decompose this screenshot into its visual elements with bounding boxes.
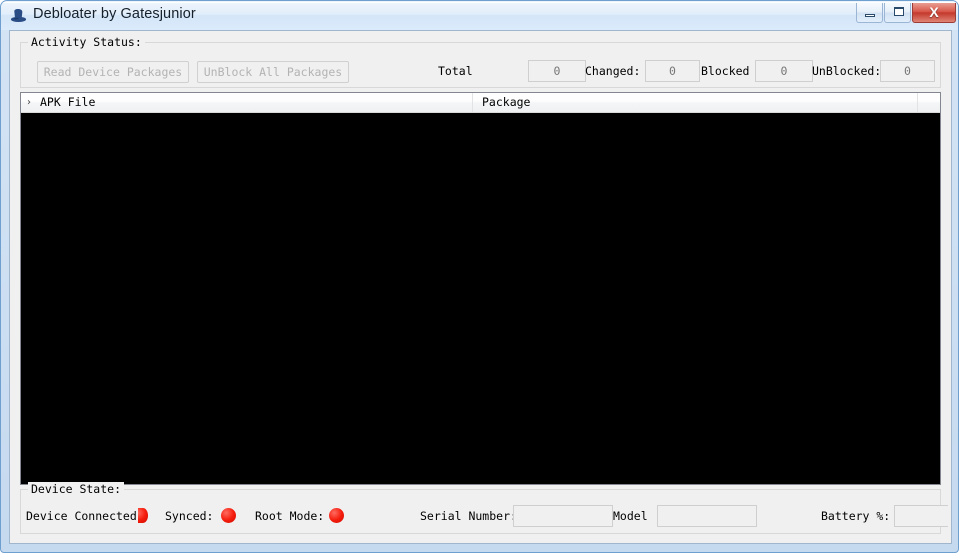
device-state-legend: Device State: [28,482,125,496]
changed-label: Changed: [585,64,641,78]
root-mode-status-led [329,508,344,523]
close-button[interactable]: X [912,3,956,23]
synced-label: Synced: [165,509,214,523]
model-label: Model [613,509,648,523]
sort-ascending-icon: › [27,97,31,108]
window-controls: X [856,3,956,23]
activity-status-legend: Activity Status: [28,35,145,49]
column-header-package-label: Package [482,95,531,109]
maximize-button[interactable] [884,3,911,23]
model-field[interactable] [657,505,757,527]
column-header-package[interactable]: Package [473,93,918,112]
total-label: Total [438,64,473,78]
synced-status-led [221,508,236,523]
column-header-extra[interactable] [918,93,940,112]
top-hat-icon [10,7,27,24]
blocked-value: 0 [755,60,813,82]
package-list-header: › APK File Package [21,93,940,113]
column-header-apk-file[interactable]: › APK File [21,93,473,112]
client-area: Activity Status: Read Device Packages Un… [9,30,952,544]
changed-value: 0 [645,60,700,82]
window-title: Debloater by Gatesjunior [33,6,196,22]
read-device-packages-button[interactable]: Read Device Packages [37,61,189,83]
minimize-button[interactable] [856,3,883,23]
titlebar-highlight [2,2,958,3]
device-connected-label: Device Connected: [26,509,144,523]
device-connected-status-led [138,508,148,523]
battery-percent-label: Battery %: [821,509,891,523]
unblocked-label: UnBlocked: [812,64,882,78]
unblocked-value: 0 [880,60,935,82]
package-list[interactable]: › APK File Package [20,92,941,485]
root-mode-label: Root Mode: [255,509,325,523]
column-header-apk-file-label: APK File [40,95,96,109]
package-list-body[interactable] [21,113,940,484]
blocked-label: Blocked [701,64,750,78]
application-window: Debloater by Gatesjunior X Activity Stat… [0,0,959,553]
serial-number-field[interactable] [513,505,613,527]
title-bar[interactable]: Debloater by Gatesjunior X [1,1,958,30]
unblock-all-packages-button[interactable]: UnBlock All Packages [197,61,349,83]
serial-number-label: Serial Number: [420,509,517,523]
total-value: 0 [528,60,586,82]
battery-percent-field[interactable] [894,505,948,527]
